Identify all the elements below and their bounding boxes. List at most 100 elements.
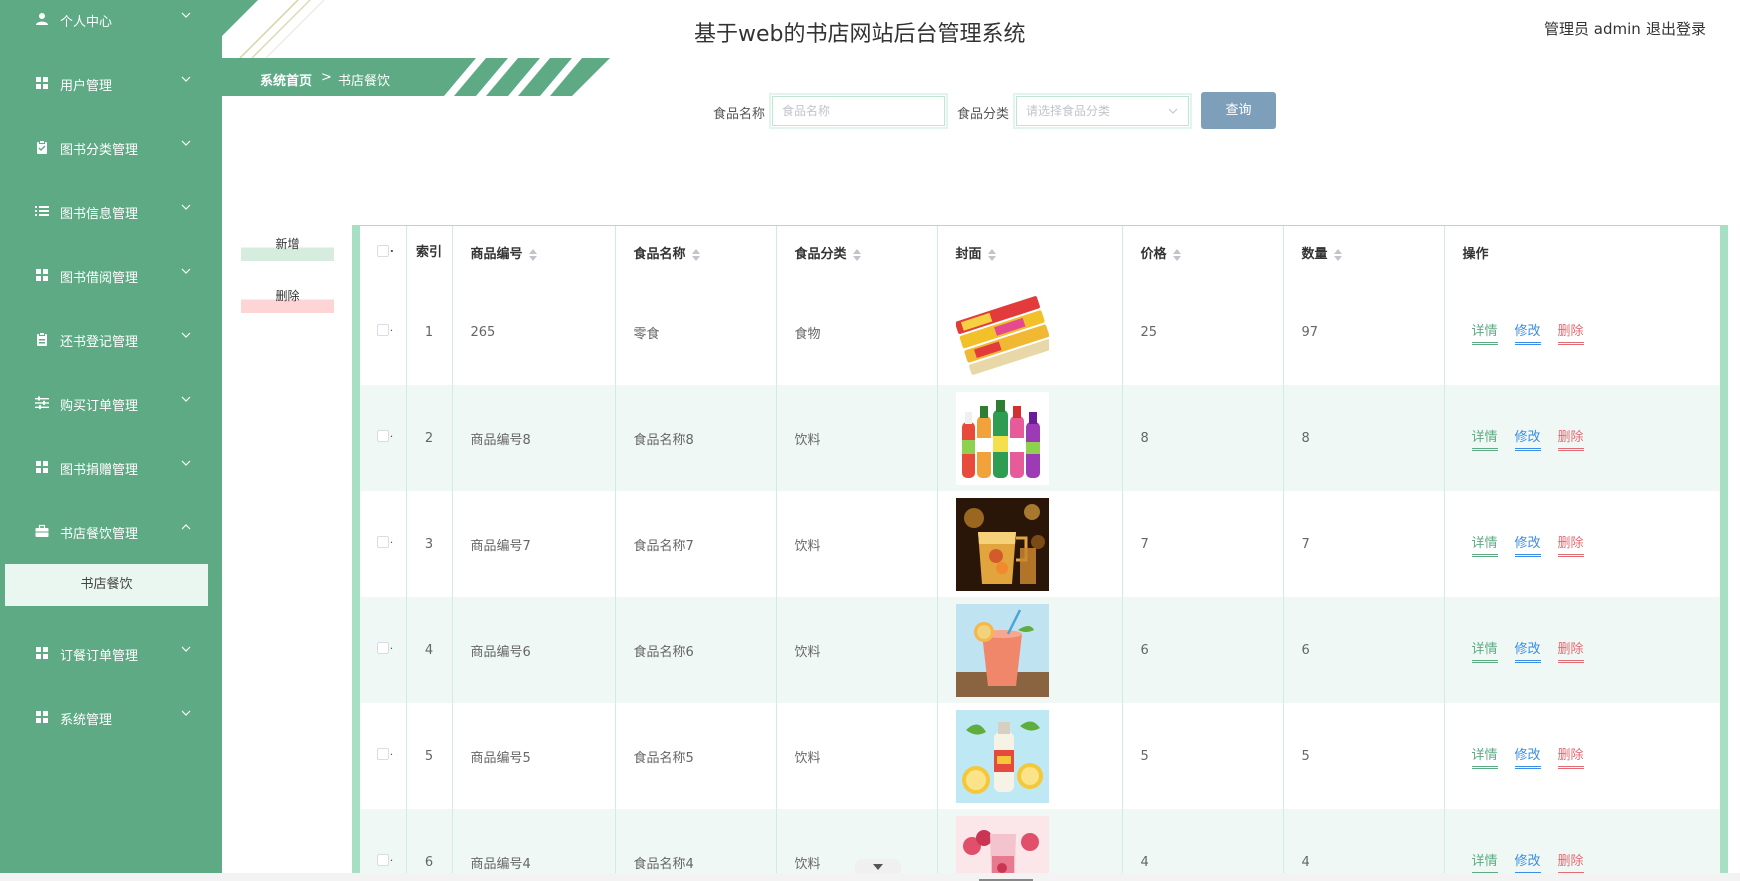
row-index: 3 [406, 491, 453, 597]
delete-link[interactable]: 删除 [1557, 638, 1584, 663]
sort-icon[interactable] [1333, 248, 1342, 261]
row-checkbox[interactable] [376, 533, 393, 548]
delete-link[interactable]: 删除 [1557, 744, 1584, 769]
delete-link[interactable]: 删除 [1557, 426, 1584, 451]
row-quantity: 7 [1283, 491, 1445, 597]
sidebar-item-book-borrow[interactable]: 图书借阅管理 [0, 256, 222, 296]
user-icon [36, 13, 48, 25]
row-actions: 详情 修改 删除 [1444, 279, 1720, 385]
row-name: 零食 [615, 279, 777, 385]
edit-link[interactable]: 修改 [1514, 426, 1541, 451]
row-cover-cell [937, 597, 1123, 703]
sidebar-item-bookstore-dining[interactable]: 书店餐饮管理 [0, 512, 222, 552]
detail-link[interactable]: 详情 [1471, 532, 1498, 557]
logout-link[interactable]: 退出登录 [1646, 18, 1706, 39]
sidebar-item-book-donation[interactable]: 图书捐赠管理 [0, 448, 222, 488]
page-title: 基于web的书店网站后台管理系统 [694, 22, 1026, 47]
detail-link[interactable]: 详情 [1471, 638, 1498, 663]
detail-link[interactable]: 详情 [1471, 850, 1498, 875]
row-quantity: 97 [1283, 279, 1445, 385]
sort-icon[interactable] [852, 248, 861, 261]
row-code: 265 [452, 279, 616, 385]
detail-link[interactable]: 详情 [1471, 320, 1498, 345]
chevron-down-icon [181, 710, 191, 716]
sidebar-item-label: 图书借阅管理 [60, 271, 139, 286]
row-checkbox[interactable] [376, 745, 393, 760]
breadcrumb-separator: > [321, 70, 332, 85]
edit-link[interactable]: 修改 [1514, 532, 1541, 557]
food-name-input[interactable]: 食品名称 [769, 93, 948, 129]
row-quantity: 4 [1283, 809, 1445, 881]
table-row: 4 商品编号6 食品名称6 饮料 6 6 [360, 597, 1720, 703]
food-category-select[interactable]: 请选择食品分类 [1013, 93, 1192, 129]
delete-link[interactable]: 删除 [1557, 320, 1584, 345]
row-checkbox[interactable] [376, 427, 393, 442]
column-header-quantity[interactable]: 数量 [1283, 226, 1445, 279]
sidebar-item-system-management[interactable]: 系统管理 [0, 698, 222, 738]
table-header-row: 索引 商品编号 食品名称 食品分类 封面 价格 数量 操作 [360, 226, 1720, 279]
delete-link[interactable]: 删除 [1557, 850, 1584, 875]
scroll-down-handle[interactable] [855, 859, 901, 873]
delete-link[interactable]: 删除 [1557, 532, 1584, 557]
edit-link[interactable]: 修改 [1514, 744, 1541, 769]
row-code: 商品编号7 [452, 491, 616, 597]
row-name: 食品名称7 [615, 491, 777, 597]
chevron-down-icon [1168, 108, 1178, 114]
food-name-label: 食品名称 [713, 107, 766, 122]
column-header-code[interactable]: 商品编号 [452, 226, 616, 279]
column-header-cover[interactable]: 封面 [937, 226, 1123, 279]
column-header-label: 价格 [1140, 247, 1167, 262]
sidebar-item-dining-orders[interactable]: 订餐订单管理 [0, 634, 222, 674]
row-cover-cell [937, 703, 1123, 809]
row-checkbox[interactable] [376, 851, 393, 866]
detail-link[interactable]: 详情 [1471, 426, 1498, 451]
column-header-label: 食品分类 [794, 247, 847, 262]
edit-link[interactable]: 修改 [1514, 320, 1541, 345]
query-button[interactable]: 查询 [1201, 92, 1276, 129]
header-stripe-decoration [222, 0, 325, 58]
column-header-name[interactable]: 食品名称 [615, 226, 777, 279]
select-all-checkbox[interactable] [376, 242, 394, 257]
sidebar-item-book-return[interactable]: 还书登记管理 [0, 320, 222, 360]
batch-delete-button[interactable]: 删除 [241, 285, 334, 313]
sort-icon[interactable] [987, 248, 996, 261]
edit-link[interactable]: 修改 [1514, 638, 1541, 663]
sort-icon[interactable] [1172, 248, 1181, 261]
row-checkbox[interactable] [376, 639, 393, 654]
sidebar-item-purchase-orders[interactable]: 购买订单管理 [0, 384, 222, 424]
row-checkbox[interactable] [376, 321, 393, 336]
row-actions: 详情 修改 删除 [1444, 703, 1720, 809]
sort-icon[interactable] [528, 248, 537, 261]
row-cover-cell [937, 491, 1123, 597]
sidebar-item-personal-center[interactable]: 个人中心 [0, 0, 222, 40]
row-quantity: 8 [1283, 385, 1445, 491]
sidebar-subitem-bookstore-dining[interactable]: 书店餐饮 [5, 564, 208, 606]
horizontal-scrollbar[interactable] [0, 873, 1740, 881]
breadcrumb-home-link[interactable]: 系统首页 [260, 70, 312, 89]
column-header-price[interactable]: 价格 [1122, 226, 1284, 279]
row-price: 25 [1122, 279, 1284, 385]
sidebar-item-book-info[interactable]: 图书信息管理 [0, 192, 222, 232]
detail-link[interactable]: 详情 [1471, 744, 1498, 769]
clipboard-icon [37, 332, 47, 346]
sidebar-item-book-category[interactable]: 图书分类管理 [0, 128, 222, 168]
row-name: 食品名称5 [615, 703, 777, 809]
row-index: 5 [406, 703, 453, 809]
sidebar-item-user-management[interactable]: 用户管理 [0, 64, 222, 104]
list-icon [35, 206, 49, 216]
column-header-label: 食品名称 [633, 247, 686, 262]
row-name: 食品名称6 [615, 597, 777, 703]
sort-icon[interactable] [691, 248, 700, 261]
table-row: 1 265 零食 食物 25 97 [360, 279, 1720, 385]
add-button[interactable]: 新增 [241, 233, 334, 261]
column-header-label: 商品编号 [470, 247, 523, 262]
snack-image [955, 285, 1049, 379]
sidebar-item-label: 图书捐赠管理 [60, 463, 139, 478]
grid-icon [36, 711, 48, 723]
grapefruit-juice-image [955, 603, 1049, 697]
column-header-category[interactable]: 食品分类 [776, 226, 938, 279]
row-category: 饮料 [776, 703, 938, 809]
row-price: 8 [1122, 385, 1284, 491]
edit-link[interactable]: 修改 [1514, 850, 1541, 875]
chevron-up-icon [181, 524, 191, 530]
